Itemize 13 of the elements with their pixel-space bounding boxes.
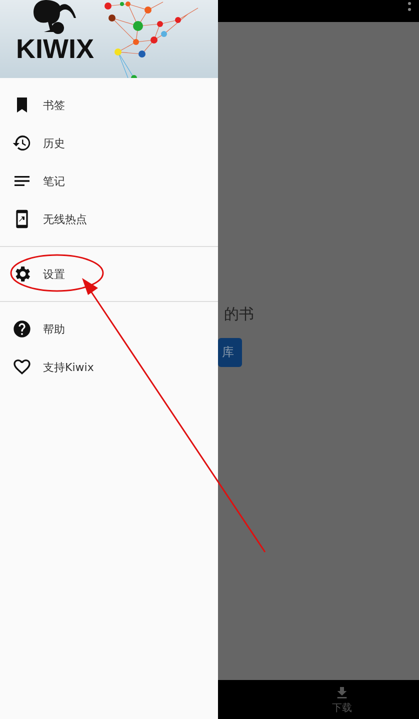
menu-item[interactable]: 历史: [0, 124, 218, 162]
menu-item[interactable]: 无线热点: [0, 200, 218, 238]
help-icon: [12, 319, 32, 339]
empty-message: 的书: [224, 305, 254, 324]
menu-item[interactable]: 设置: [0, 255, 218, 293]
heart-icon: [12, 357, 32, 377]
menu-item[interactable]: 帮助: [0, 310, 218, 348]
library-button[interactable]: 库: [218, 338, 242, 367]
history-icon: [12, 133, 32, 153]
menu-item[interactable]: 支持Kiwix: [0, 348, 218, 386]
menu-item[interactable]: 笔记: [0, 162, 218, 200]
logo-text: KIWIX: [16, 34, 94, 65]
menu-item[interactable]: 书签: [0, 86, 218, 124]
